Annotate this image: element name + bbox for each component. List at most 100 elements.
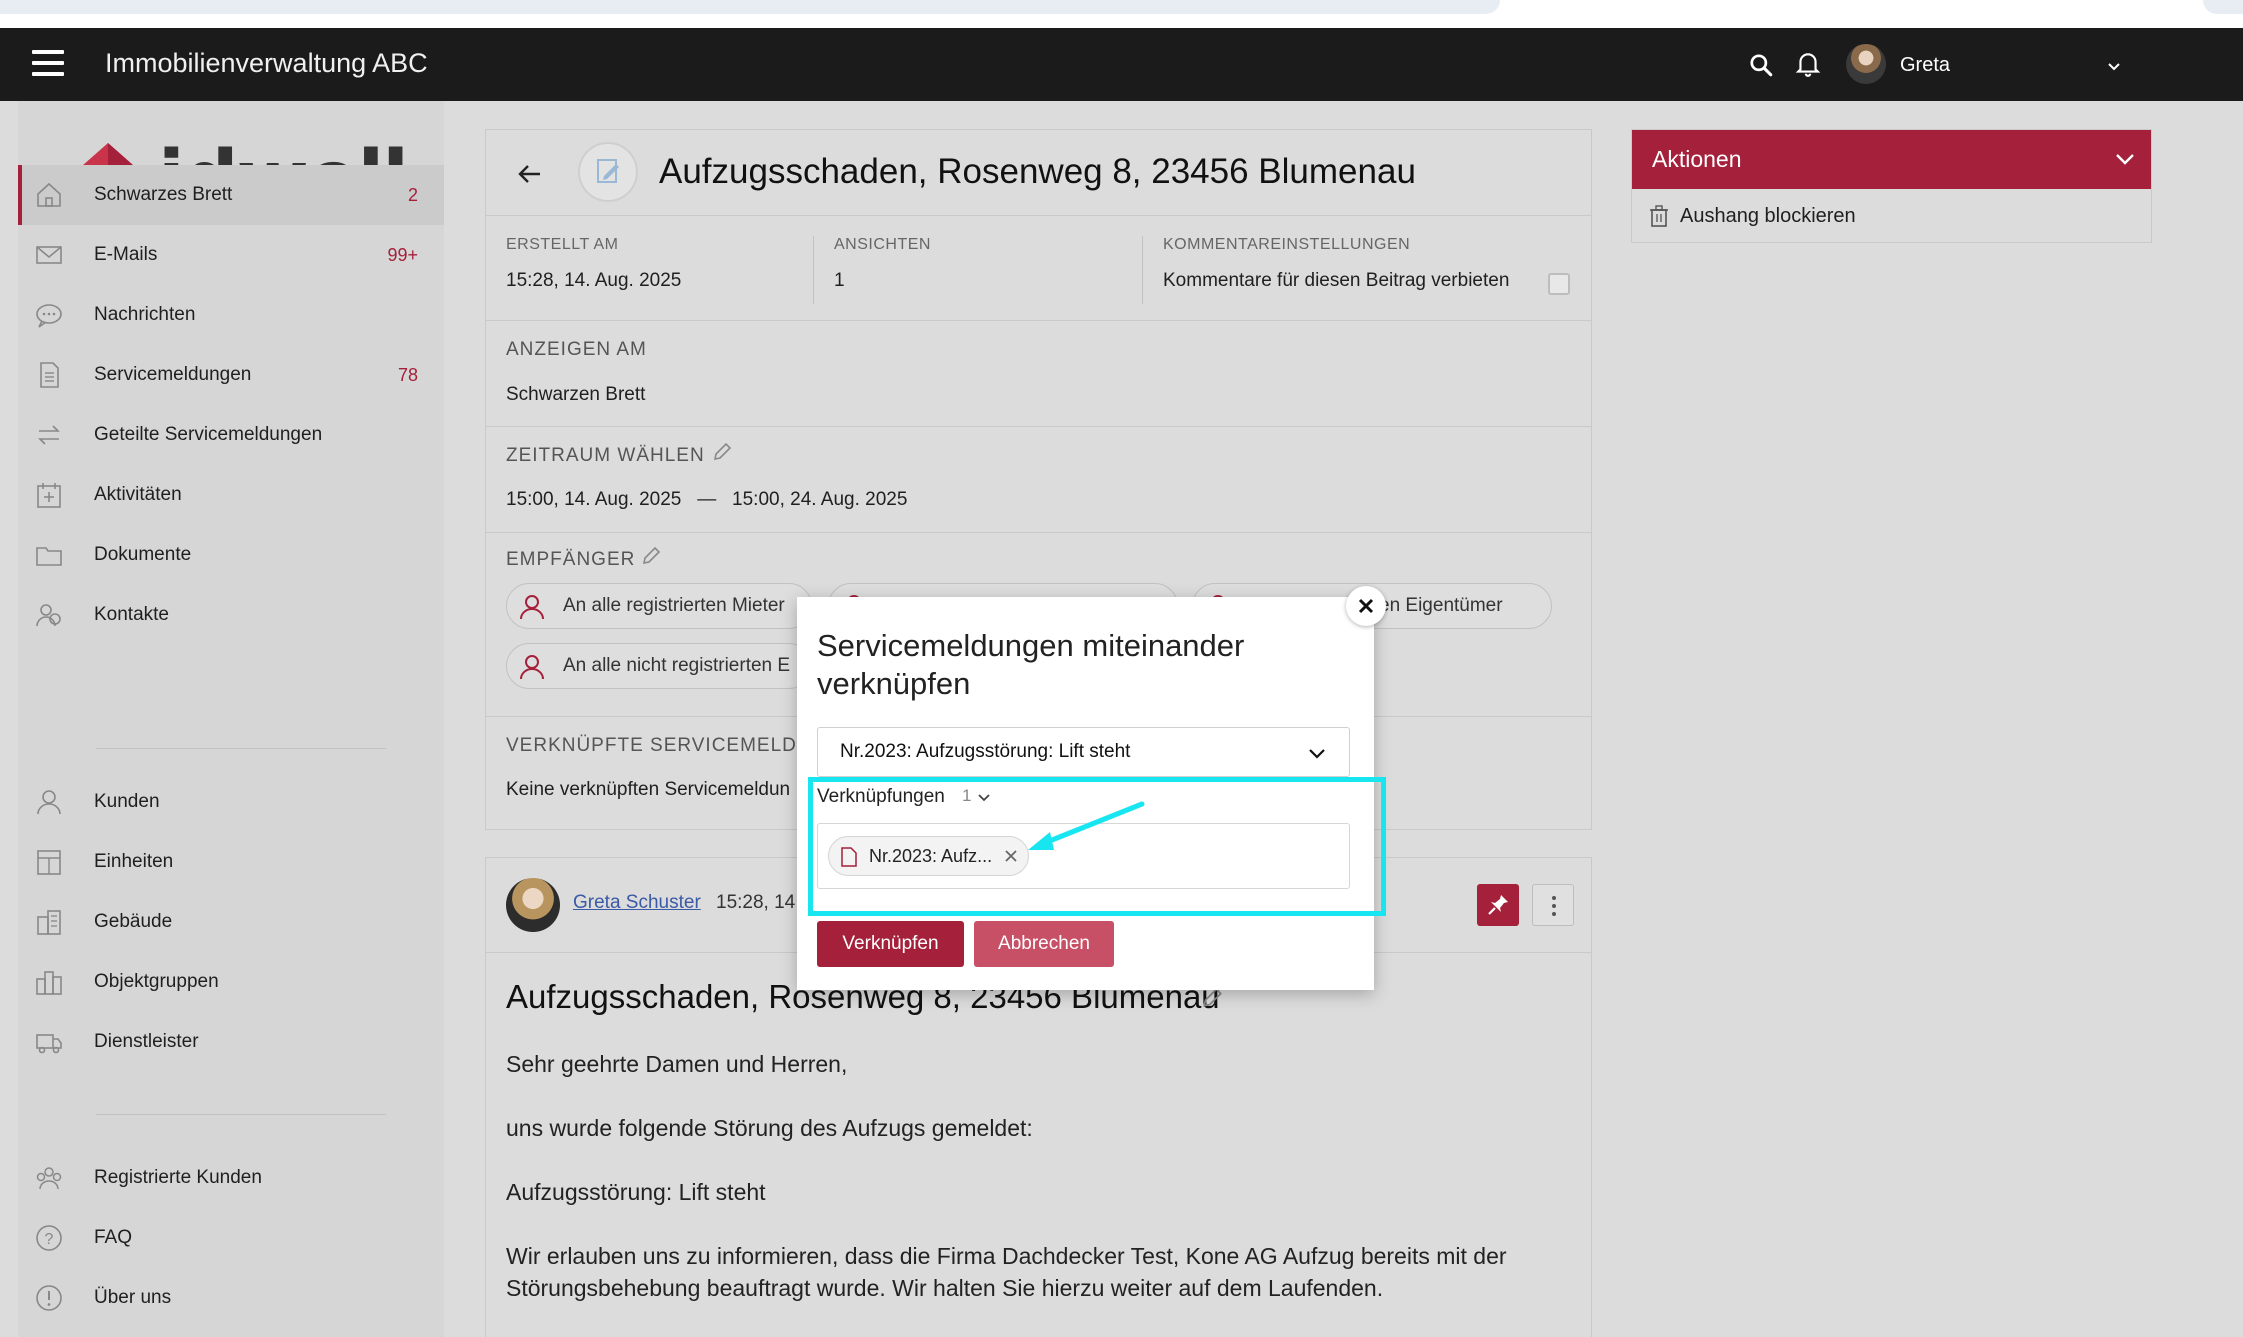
sidebar-item-label: Einheiten bbox=[94, 851, 174, 872]
sidebar-item-label: Registrierte Kunden bbox=[94, 1167, 262, 1188]
sidebar-item-label: FAQ bbox=[94, 1227, 133, 1248]
remove-icon[interactable] bbox=[1004, 849, 1018, 863]
created-value: 15:28, 14. Aug. 2025 bbox=[506, 270, 682, 291]
links-count: 1 bbox=[962, 786, 972, 805]
sidebar-item-registrierte-kunden[interactable]: Registrierte Kunden bbox=[18, 1148, 444, 1208]
sidebar-item-label: Schwarzes Brett bbox=[94, 184, 233, 205]
views-value: 1 bbox=[834, 270, 845, 291]
sidebar-item-schwarzes-brett[interactable]: Schwarzes Brett 2 bbox=[18, 165, 444, 225]
sidebar-item-objektgruppen[interactable]: Objektgruppen bbox=[18, 952, 444, 1012]
recipients-label: EMPFÄNGER bbox=[506, 549, 636, 570]
pin-button[interactable] bbox=[1477, 884, 1519, 926]
sidebar-item-label: Aktivitäten bbox=[94, 484, 182, 505]
document-icon bbox=[841, 847, 857, 867]
sidebar-item-badge: 78 bbox=[397, 364, 418, 385]
recipient-chip[interactable]: An alle nicht registrierten E bbox=[506, 643, 812, 689]
close-dialog-button[interactable] bbox=[1346, 586, 1386, 626]
truck-icon bbox=[36, 1034, 62, 1054]
person-icon bbox=[37, 790, 61, 815]
back-arrow-icon[interactable] bbox=[516, 160, 544, 188]
comment-settings-value: Kommentare für diesen Beitrag verbieten bbox=[1163, 270, 1510, 291]
pencil-icon[interactable] bbox=[640, 545, 662, 567]
link-button[interactable]: Verknüpfen bbox=[817, 921, 964, 967]
sidebar-item-dienstleister[interactable]: Dienstleister bbox=[18, 1012, 444, 1072]
author-link[interactable]: Greta Schuster bbox=[573, 892, 701, 914]
sidebar-item-label: Servicemeldungen bbox=[94, 364, 252, 385]
actions-title: Aktionen bbox=[1652, 146, 1742, 172]
sidebar-item-label: Dienstleister bbox=[94, 1031, 199, 1052]
sidebar-item-kunden[interactable]: Kunden bbox=[18, 772, 444, 832]
person-icon bbox=[520, 655, 544, 680]
browser-tab-edge bbox=[2203, 0, 2243, 14]
comment-settings-label: KOMMENTAREINSTELLUNGEN bbox=[1163, 236, 1411, 253]
sidebar-item-label: Dokumente bbox=[94, 544, 192, 565]
post-type-icon bbox=[578, 142, 638, 202]
period-value: 15:00, 14. Aug. 2025 — 15:00, 24. Aug. 2… bbox=[506, 489, 908, 510]
block-notice-action[interactable]: Aushang blockieren bbox=[1648, 204, 1856, 228]
sidebar-item-gebaeude[interactable]: Gebäude bbox=[18, 892, 444, 952]
sidebar-item-label: E-Mails bbox=[94, 244, 158, 265]
sidebar-divider bbox=[96, 1114, 386, 1115]
post-time: 15:28, 14 bbox=[716, 892, 796, 913]
links-box: Nr.2023: Aufz... bbox=[817, 823, 1350, 889]
sidebar-item-label: Kontakte bbox=[94, 604, 169, 625]
sidebar-item-geteilte-servicemeldungen[interactable]: Geteilte Servicemeldungen bbox=[18, 405, 444, 465]
forbid-comments-checkbox[interactable] bbox=[1548, 273, 1570, 295]
user-name[interactable]: Greta bbox=[1900, 54, 1950, 77]
sidebar-item-ueber-uns[interactable]: Über uns bbox=[18, 1268, 444, 1328]
sidebar-item-emails[interactable]: E-Mails 99+ bbox=[18, 225, 444, 285]
service-report-select[interactable]: Nr.2023: Aufzugsstörung: Lift steht bbox=[817, 727, 1350, 777]
sidebar-item-faq[interactable]: ? FAQ bbox=[18, 1208, 444, 1268]
sidebar-item-label: Über uns bbox=[94, 1287, 172, 1308]
recipient-chip[interactable]: An alle registrierten Mieter bbox=[506, 583, 812, 629]
pin-icon bbox=[1488, 895, 1508, 915]
meta-divider bbox=[813, 236, 814, 304]
sidebar-item-badge: 2 bbox=[407, 184, 418, 205]
views-field: ANSICHTEN 1 bbox=[834, 236, 931, 292]
post-header: Aufzugsschaden, Rosenweg 8, 23456 Blumen… bbox=[486, 130, 1591, 216]
sidebar-item-nachrichten[interactable]: Nachrichten bbox=[18, 285, 444, 345]
sidebar-item-einheiten[interactable]: Einheiten bbox=[18, 832, 444, 892]
content-paragraph: uns wurde folgende Störung des Aufzugs g… bbox=[506, 1115, 1033, 1141]
browser-tab[interactable] bbox=[0, 0, 1500, 14]
sidebar-item-label: Objektgruppen bbox=[94, 971, 219, 992]
close-icon bbox=[1358, 598, 1374, 614]
bell-icon[interactable] bbox=[1795, 50, 1821, 78]
linked-report-chip[interactable]: Nr.2023: Aufz... bbox=[828, 836, 1030, 876]
chat-icon bbox=[36, 304, 62, 328]
block-notice-label: Aushang blockieren bbox=[1680, 204, 1856, 227]
user-avatar[interactable] bbox=[1846, 44, 1886, 84]
search-icon[interactable] bbox=[1748, 52, 1774, 78]
actions-header[interactable]: Aktionen bbox=[1632, 130, 2151, 189]
more-options-button[interactable] bbox=[1532, 884, 1574, 926]
folder-icon bbox=[36, 547, 62, 566]
cancel-button[interactable]: Abbrechen bbox=[974, 921, 1114, 967]
mail-icon bbox=[36, 246, 62, 264]
info-icon bbox=[36, 1285, 62, 1311]
linked-value: Keine verknüpften Servicemeldun bbox=[506, 779, 791, 800]
sidebar-item-aktivitaeten[interactable]: Aktivitäten bbox=[18, 465, 444, 525]
show-on-label: ANZEIGEN AM bbox=[506, 339, 647, 360]
swap-icon bbox=[38, 425, 60, 445]
chevron-down-icon bbox=[2116, 154, 2134, 165]
browser-tab-strip bbox=[0, 0, 2243, 28]
document-icon bbox=[40, 362, 59, 388]
building-icon bbox=[37, 910, 61, 935]
author-avatar bbox=[506, 878, 560, 932]
chevron-down-icon[interactable] bbox=[2106, 58, 2122, 74]
menu-icon[interactable] bbox=[32, 50, 64, 78]
sidebar-item-dokumente[interactable]: Dokumente bbox=[18, 525, 444, 585]
sidebar-item-label: Geteilte Servicemeldungen bbox=[94, 424, 323, 445]
recipient-label: An alle nicht registrierten E bbox=[563, 655, 791, 676]
pencil-icon[interactable] bbox=[711, 441, 733, 463]
chevron-down-icon[interactable] bbox=[977, 790, 991, 804]
created-field: ERSTELLT AM 15:28, 14. Aug. 2025 bbox=[506, 236, 681, 292]
sidebar-item-servicemeldungen[interactable]: Servicemeldungen 78 bbox=[18, 345, 444, 405]
app-title: Immobilienverwaltung ABC bbox=[105, 48, 428, 78]
group-icon bbox=[36, 1167, 62, 1190]
edit-document-icon bbox=[597, 159, 619, 183]
contacts-icon bbox=[36, 604, 61, 627]
sidebar-item-kontakte[interactable]: Kontakte bbox=[18, 585, 444, 645]
person-icon bbox=[520, 595, 544, 620]
top-app-bar: Immobilienverwaltung ABC Greta bbox=[0, 28, 2243, 101]
